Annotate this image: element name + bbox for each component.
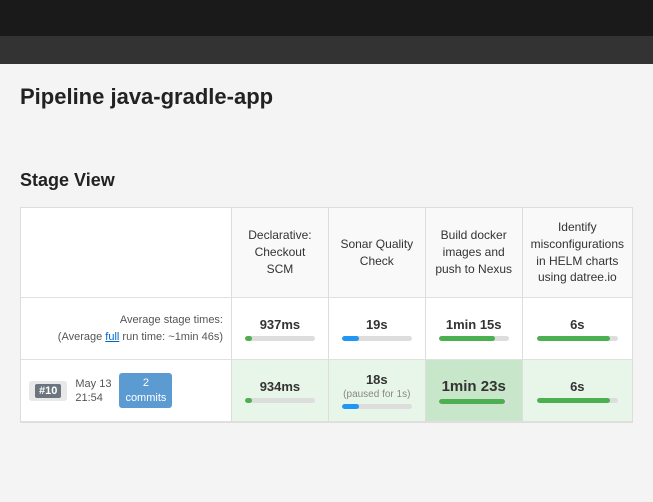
- stages-area: Declarative: Checkout SCM 937ms 934ms: [231, 208, 632, 422]
- stage-build-3[interactable]: 1min 23s: [426, 360, 522, 422]
- commits-badge[interactable]: 2 commits: [119, 373, 172, 408]
- stage-col-2: Sonar Quality Check 19s 18s (paused for …: [329, 208, 426, 422]
- stage-header-3: Build docker images and push to Nexus: [426, 208, 522, 298]
- stage-col-3: Build docker images and push to Nexus 1m…: [426, 208, 523, 422]
- pipeline-title: Pipeline java-gradle-app: [20, 84, 633, 110]
- stage-header-2: Sonar Quality Check: [329, 208, 425, 298]
- left-col: Average stage times: (Average full run t…: [21, 208, 231, 422]
- build-badge[interactable]: #10: [29, 381, 67, 401]
- avg-stage-times: Average stage times: (Average full run t…: [21, 298, 231, 360]
- build-row: #10 May 13 21:54 2 commits: [21, 360, 231, 422]
- stage-avg-3: 1min 15s: [426, 298, 522, 360]
- build-date: May 13: [75, 378, 111, 390]
- stage-col-4: Identify misconfigurations in HELM chart…: [523, 208, 632, 422]
- stage-build-4[interactable]: 6s: [523, 360, 632, 422]
- stage-avg-1: 937ms: [232, 298, 328, 360]
- top-bar: [0, 0, 653, 36]
- stage-view-label: Stage View: [20, 170, 633, 191]
- stage-col-1: Declarative: Checkout SCM 937ms 934ms: [232, 208, 329, 422]
- stage-build-2[interactable]: 18s (paused for 1s): [329, 360, 425, 422]
- stage-view-container: Average stage times: (Average full run t…: [20, 207, 633, 423]
- build-time: 21:54: [75, 392, 111, 404]
- stage-build-1[interactable]: 934ms: [232, 360, 328, 422]
- stage-avg-4: 6s: [523, 298, 632, 360]
- stage-header-4: Identify misconfigurations in HELM chart…: [523, 208, 632, 298]
- second-bar: [0, 36, 653, 64]
- stage-header-1: Declarative: Checkout SCM: [232, 208, 328, 298]
- stage-avg-2: 19s: [329, 298, 425, 360]
